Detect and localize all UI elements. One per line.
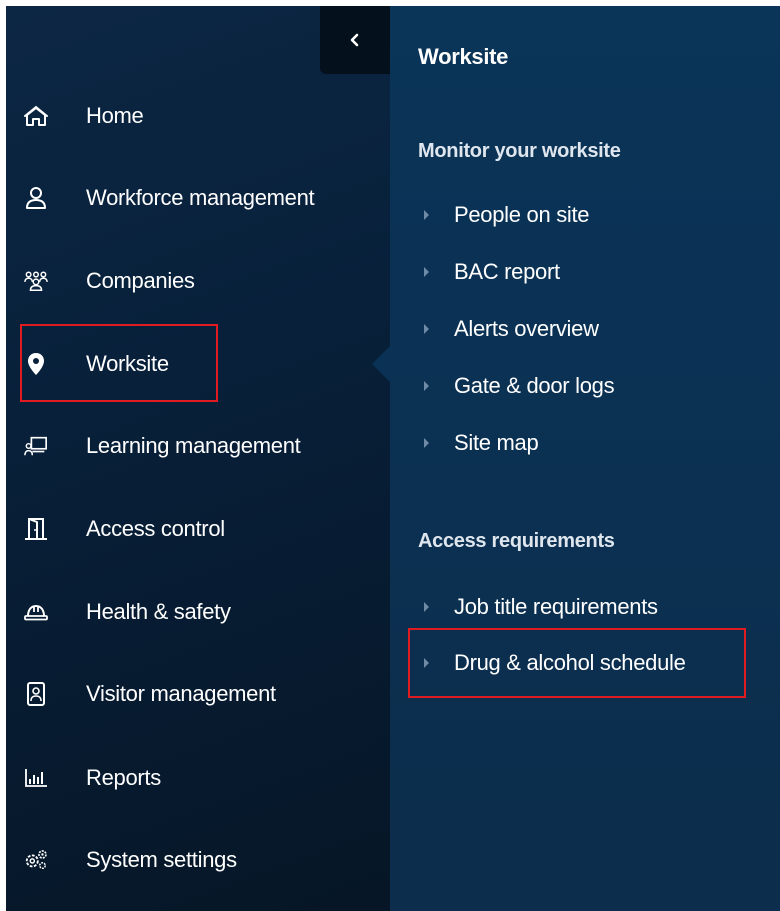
caret-right-icon — [424, 602, 429, 612]
menu-item-label: People on site — [454, 202, 590, 227]
hard-hat-icon — [24, 600, 48, 624]
sidebar-item-workforce-management[interactable]: Workforce management — [6, 178, 390, 218]
navigation-frame: Home Workforce management Companies Work… — [6, 6, 780, 911]
sidebar-item-label: Visitor management — [86, 681, 276, 706]
learning-icon — [24, 434, 48, 458]
menu-item-alerts-overview[interactable]: Alerts overview — [418, 312, 758, 346]
menu-item-label: Job title requirements — [454, 594, 658, 619]
menu-item-label: Site map — [454, 430, 539, 455]
group-icon — [24, 269, 48, 293]
user-icon — [24, 186, 48, 210]
sidebar: Home Workforce management Companies Work… — [6, 6, 390, 911]
section-heading-monitor: Monitor your worksite — [418, 140, 621, 162]
collapse-sidebar-button[interactable] — [320, 6, 390, 74]
sidebar-item-companies[interactable]: Companies — [6, 261, 390, 301]
sidebar-item-label: Learning management — [86, 433, 301, 458]
sidebar-item-worksite[interactable]: Worksite — [6, 344, 390, 384]
door-icon — [24, 517, 48, 541]
panel-title: Worksite — [418, 44, 509, 69]
bar-chart-icon — [24, 766, 48, 790]
menu-item-gate-door-logs[interactable]: Gate & door logs — [418, 369, 758, 403]
sidebar-item-learning-management[interactable]: Learning management — [6, 426, 390, 466]
sidebar-item-system-settings[interactable]: System settings — [6, 840, 390, 880]
location-pin-icon — [24, 352, 48, 376]
sidebar-item-label: Workforce management — [86, 185, 315, 210]
sidebar-item-label: System settings — [86, 847, 237, 872]
caret-right-icon — [424, 381, 429, 391]
menu-item-label: BAC report — [454, 259, 560, 284]
menu-item-site-map[interactable]: Site map — [418, 426, 758, 460]
menu-item-label: Drug & alcohol schedule — [454, 650, 686, 675]
sidebar-item-label: Access control — [86, 516, 225, 541]
chevron-left-icon — [348, 33, 362, 47]
sidebar-item-home[interactable]: Home — [6, 96, 390, 136]
caret-right-icon — [424, 324, 429, 334]
sidebar-item-label: Worksite — [86, 351, 169, 376]
section-heading-access: Access requirements — [418, 530, 615, 552]
menu-item-people-on-site[interactable]: People on site — [418, 198, 758, 232]
menu-item-label: Alerts overview — [454, 316, 599, 341]
menu-item-label: Gate & door logs — [454, 373, 615, 398]
caret-right-icon — [424, 210, 429, 220]
sidebar-item-reports[interactable]: Reports — [6, 758, 390, 798]
badge-icon — [24, 682, 48, 706]
flyout-panel: Worksite Monitor your worksite People on… — [390, 6, 780, 911]
menu-item-job-title-requirements[interactable]: Job title requirements — [418, 590, 758, 624]
caret-right-icon — [424, 267, 429, 277]
active-pointer-arrow — [372, 346, 390, 382]
menu-item-bac-report[interactable]: BAC report — [418, 255, 758, 289]
sidebar-item-label: Home — [86, 103, 144, 128]
menu-item-drug-alcohol-schedule[interactable]: Drug & alcohol schedule — [418, 646, 758, 680]
sidebar-item-health-safety[interactable]: Health & safety — [6, 592, 390, 632]
caret-right-icon — [424, 658, 429, 668]
gears-icon — [24, 848, 48, 872]
sidebar-item-access-control[interactable]: Access control — [6, 509, 390, 549]
caret-right-icon — [424, 438, 429, 448]
home-icon — [24, 104, 48, 128]
sidebar-item-visitor-management[interactable]: Visitor management — [6, 674, 390, 714]
sidebar-item-label: Reports — [86, 765, 161, 790]
sidebar-item-label: Companies — [86, 268, 195, 293]
sidebar-item-label: Health & safety — [86, 599, 231, 624]
